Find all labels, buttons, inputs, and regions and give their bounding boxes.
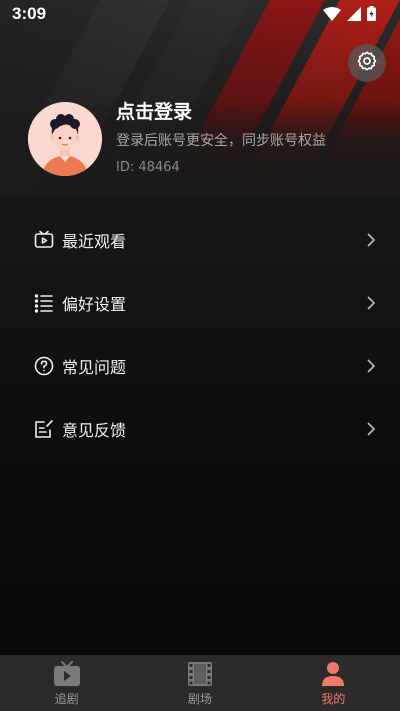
nav-tab-theater[interactable]: 剧场: [133, 655, 266, 711]
status-icons: [323, 6, 376, 26]
chevron-right-icon: [366, 421, 376, 437]
tv-play-icon: [53, 660, 81, 688]
menu-item-preferences[interactable]: 偏好设置: [0, 271, 400, 334]
menu-item-recent[interactable]: 最近观看: [0, 208, 400, 271]
edit-icon: [33, 418, 55, 440]
nav-label: 追剧: [54, 691, 79, 706]
status-bar: 3:09: [0, 0, 400, 28]
login-title[interactable]: 点击登录: [116, 97, 326, 124]
wifi-icon: [323, 6, 341, 26]
chevron-right-icon: [366, 295, 376, 311]
user-id: ID: 48464: [116, 160, 180, 175]
menu-list: 最近观看 偏好设置 常见问题 意见反馈: [0, 208, 400, 460]
status-time: 3:09: [12, 4, 47, 23]
profile-screen: 3:09 点击登录 登录后账号更安全，同步账号权益 ID: 48464 最近观看…: [0, 0, 400, 711]
tv-icon: [33, 229, 55, 251]
menu-item-label: 最近观看: [62, 231, 127, 251]
nav-label: 剧场: [187, 691, 212, 706]
menu-item-faq[interactable]: 常见问题: [0, 334, 400, 397]
battery-icon: [367, 6, 376, 26]
menu-item-label: 偏好设置: [62, 294, 127, 314]
login-subtitle: 登录后账号更安全，同步账号权益: [116, 133, 326, 149]
nav-tab-follow[interactable]: 追剧: [0, 655, 133, 711]
avatar[interactable]: [28, 102, 102, 176]
settings-button[interactable]: [348, 44, 386, 82]
menu-item-feedback[interactable]: 意见反馈: [0, 397, 400, 460]
signal-icon: [347, 6, 361, 26]
menu-item-label: 意见反馈: [62, 420, 127, 440]
nav-tab-mine[interactable]: 我的: [267, 655, 400, 711]
person-icon: [319, 660, 347, 688]
menu-item-label: 常见问题: [62, 357, 127, 377]
profile-header[interactable]: 点击登录 登录后账号更安全，同步账号权益 ID: 48464: [28, 101, 326, 176]
chevron-right-icon: [366, 232, 376, 248]
bottom-navigation: 追剧 剧场 我的: [0, 655, 400, 711]
nav-label: 我的: [321, 691, 346, 706]
question-icon: [33, 355, 55, 377]
list-icon: [33, 292, 55, 314]
gear-icon: [356, 50, 378, 76]
chevron-right-icon: [366, 358, 376, 374]
film-icon: [186, 660, 214, 688]
profile-text: 点击登录 登录后账号更安全，同步账号权益 ID: 48464: [116, 97, 326, 175]
